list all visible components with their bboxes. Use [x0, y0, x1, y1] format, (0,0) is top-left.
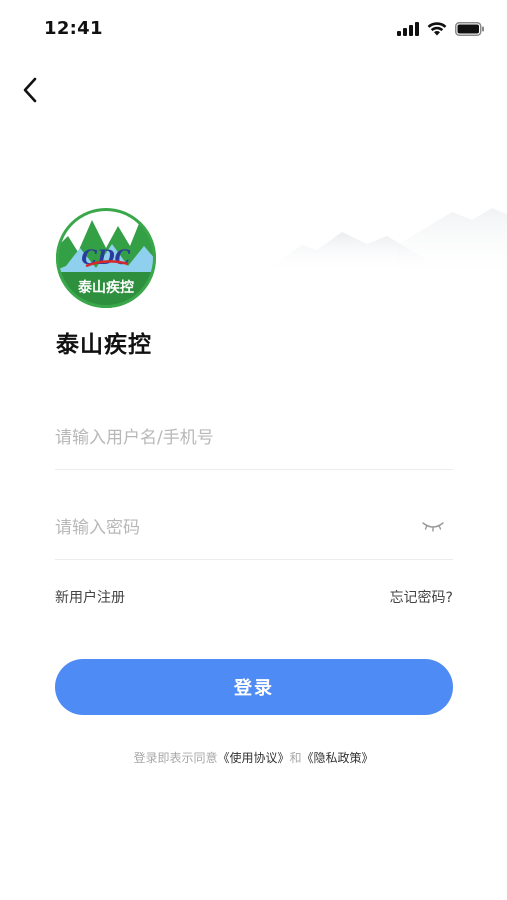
forgot-password-link[interactable]: 忘记密码?	[390, 587, 453, 607]
app-name: 泰山疾控	[56, 332, 152, 358]
status-icons	[397, 22, 485, 36]
chevron-left-icon	[23, 77, 37, 103]
terms-of-use-link[interactable]: 《使用协议》	[217, 751, 289, 765]
username-input[interactable]	[55, 427, 453, 448]
login-button[interactable]: 登录	[55, 659, 453, 715]
cellular-signal-icon	[397, 22, 419, 36]
register-link[interactable]: 新用户注册	[55, 587, 125, 607]
agreement-conjunction: 和	[289, 751, 302, 765]
eye-closed-icon[interactable]	[421, 518, 445, 534]
password-input[interactable]	[55, 517, 453, 538]
privacy-policy-link[interactable]: 《隐私政策》	[302, 751, 374, 765]
agreement-text: 登录即表示同意《使用协议》和《隐私政策》	[0, 749, 507, 766]
status-time: 12:41	[44, 18, 103, 39]
logo-text: 泰山疾控	[77, 279, 134, 296]
agreement-prefix: 登录即表示同意	[133, 751, 218, 765]
username-field	[55, 406, 453, 470]
auth-links-row: 新用户注册 忘记密码?	[55, 587, 453, 607]
back-button[interactable]	[12, 72, 48, 108]
battery-icon	[455, 22, 484, 36]
status-bar: 12:41	[0, 0, 507, 60]
app-logo: CDC 泰山疾控	[56, 208, 156, 308]
password-field	[55, 496, 453, 560]
mountain-background-illustration	[267, 208, 507, 280]
wifi-icon	[427, 22, 447, 36]
